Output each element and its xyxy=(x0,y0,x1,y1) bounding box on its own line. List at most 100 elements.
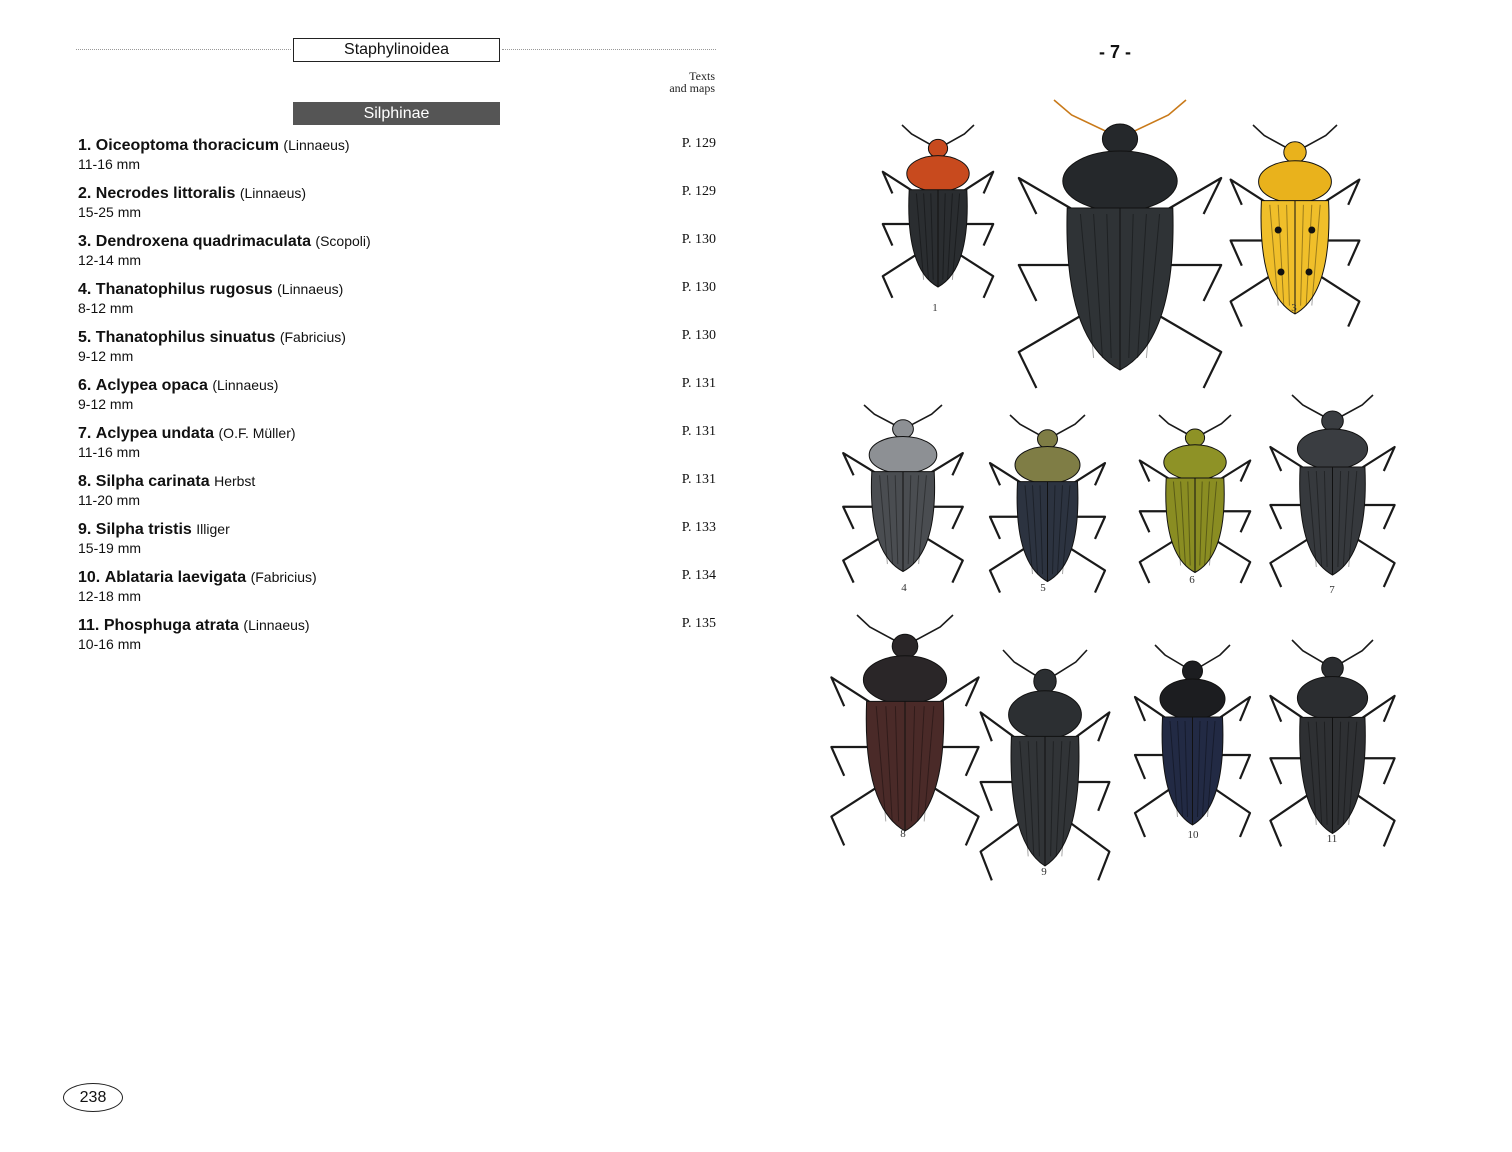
beetle-figure xyxy=(1265,394,1400,595)
species-size: 9-12 mm xyxy=(78,396,134,412)
species-page-reference: P. 131 xyxy=(681,376,716,391)
species-number: 4. xyxy=(78,281,92,298)
column-header-line2: and maps xyxy=(669,81,715,95)
beetle-head xyxy=(1033,668,1057,694)
beetle-leg xyxy=(830,786,877,846)
beetle-head xyxy=(1321,410,1344,432)
beetle-antenna xyxy=(901,124,935,148)
figure-number-label: 10 xyxy=(1187,829,1199,841)
beetle-figure xyxy=(1135,414,1255,590)
beetle-head xyxy=(891,633,919,659)
species-author: (Scopoli) xyxy=(315,233,371,249)
species-entry: 9. Silpha tristis Illiger 15-19 mm P. 133 xyxy=(78,519,718,567)
species-size: 10-16 mm xyxy=(78,636,142,652)
beetle-antenna xyxy=(1154,644,1189,670)
family-heading: Staphylinoidea xyxy=(293,38,500,62)
species-entry: 5. Thanatophilus sinuatus (Fabricius) 9-1… xyxy=(78,327,718,375)
species-author: (Fabricius) xyxy=(250,569,317,585)
species-author: (Fabricius) xyxy=(279,329,346,345)
beetle-antenna xyxy=(1009,414,1044,438)
beetle-spot xyxy=(1274,226,1282,234)
species-entry: 7. Aclypea undata (O.F. Müller) 11-16 mm P… xyxy=(78,423,718,471)
species-size: 12-14 mm xyxy=(78,252,142,268)
species-scientific-name: Aclypea opaca xyxy=(95,377,208,394)
beetle-head xyxy=(1184,428,1206,447)
beetle-head xyxy=(1283,141,1307,164)
species-number: 3. xyxy=(78,233,92,250)
species-entry: 1. Oiceoptoma thoracicum (Linnaeus) 11-16… xyxy=(78,135,718,183)
species-entry: 6. Aclypea opaca (Linnaeus) 9-12 mm P. 131 xyxy=(78,375,718,423)
species-name-line: 8. Silpha carinata Herbst xyxy=(78,471,718,492)
species-page-reference: P. 130 xyxy=(681,232,716,247)
species-scientific-name: Silpha carinata xyxy=(95,473,210,490)
species-page-reference: P. 131 xyxy=(681,424,716,439)
species-size: 12-18 mm xyxy=(78,588,142,604)
beetle-leg xyxy=(1069,821,1111,881)
beetle-illustration xyxy=(988,414,1107,594)
beetle-spot xyxy=(1277,268,1285,276)
plate-number: - 7 - xyxy=(1098,42,1131,62)
species-name-line: 6. Aclypea opaca (Linnaeus) xyxy=(78,375,718,396)
species-number: 1. xyxy=(78,137,92,154)
beetle-head xyxy=(1182,660,1203,682)
beetle-head xyxy=(927,138,949,158)
species-page-reference: P. 130 xyxy=(681,280,716,295)
beetle-head xyxy=(1101,123,1139,155)
species-author: Illiger xyxy=(196,521,230,537)
figure-number-label: 8 xyxy=(900,828,906,840)
species-scientific-name: Thanatophilus rugosus xyxy=(95,281,273,298)
beetle-leg xyxy=(959,253,995,299)
figure-number-label: 6 xyxy=(1189,574,1195,586)
figure-number-label: 1 xyxy=(932,302,938,314)
species-scientific-name: Oiceoptoma thoracicum xyxy=(95,137,279,154)
species-number: 11. xyxy=(78,617,100,634)
figure-number-label: 2 xyxy=(1113,357,1119,369)
beetle-antenna xyxy=(1051,414,1086,438)
beetle-illustration xyxy=(1269,394,1396,588)
subfamily-heading: Silphinae xyxy=(293,102,500,125)
beetle-illustration xyxy=(1269,639,1396,847)
species-scientific-name: Dendroxena quadrimaculata xyxy=(95,233,311,250)
beetle-antenna xyxy=(1158,414,1192,437)
species-page-reference: P. 131 xyxy=(681,472,716,487)
figure-number-label: 3 xyxy=(1291,302,1297,314)
beetle-antenna xyxy=(1198,414,1232,437)
beetle-leg xyxy=(1133,788,1171,838)
figure-number-label: 9 xyxy=(1041,866,1047,878)
species-page-reference: P. 134 xyxy=(681,568,716,583)
beetle-pronotum xyxy=(1296,428,1369,470)
beetle-figure xyxy=(975,649,1115,890)
species-list: 1. Oiceoptoma thoracicum (Linnaeus) 11-16… xyxy=(78,135,718,663)
beetle-illustration xyxy=(1138,414,1252,584)
beetle-head xyxy=(892,419,914,439)
beetle-illustration xyxy=(881,124,995,299)
beetle-leg xyxy=(881,253,917,299)
species-entry: 2. Necrodes littoralis (Linnaeus) 15-25 m… xyxy=(78,183,718,231)
beetle-spot xyxy=(1308,226,1316,234)
species-name-line: 7. Aclypea undata (O.F. Müller) xyxy=(78,423,718,444)
species-number: 5. xyxy=(78,329,92,346)
beetle-pronotum xyxy=(906,155,970,193)
beetle-illustration xyxy=(979,649,1111,881)
species-scientific-name: Phosphuga atrata xyxy=(103,617,239,634)
species-name-line: 3. Dendroxena quadrimaculata (Scopoli) xyxy=(78,231,718,252)
book-spread: Staphylinoidea Texts and maps Silphinae … xyxy=(0,0,1512,1152)
beetle-figure xyxy=(1130,644,1255,845)
species-entry: 8. Silpha carinata Herbst 11-20 mm P. 131 xyxy=(78,471,718,519)
beetle-leg xyxy=(1216,540,1252,584)
figure-number-label: 11 xyxy=(1326,833,1338,845)
species-size: 11-16 mm xyxy=(78,156,140,172)
species-name-line: 1. Oiceoptoma thoracicum (Linnaeus) xyxy=(78,135,718,156)
beetle-leg xyxy=(1229,275,1271,328)
beetle-antenna xyxy=(1196,644,1231,670)
beetle-leg xyxy=(979,821,1021,881)
species-entry: 3. Dendroxena quadrimaculata (Scopoli) 12… xyxy=(78,231,718,279)
species-entry: 11. Phosphuga atrata (Linnaeus) 10-16 mm P… xyxy=(78,615,718,663)
figure-number-label: 7 xyxy=(1329,584,1335,596)
species-scientific-name: Necrodes littoralis xyxy=(95,185,236,202)
beetle-antenna xyxy=(941,124,975,148)
species-size: 15-19 mm xyxy=(78,540,142,556)
page-number: 238 xyxy=(63,1083,123,1112)
beetle-leg xyxy=(1356,538,1396,588)
beetle-figure xyxy=(825,614,985,855)
